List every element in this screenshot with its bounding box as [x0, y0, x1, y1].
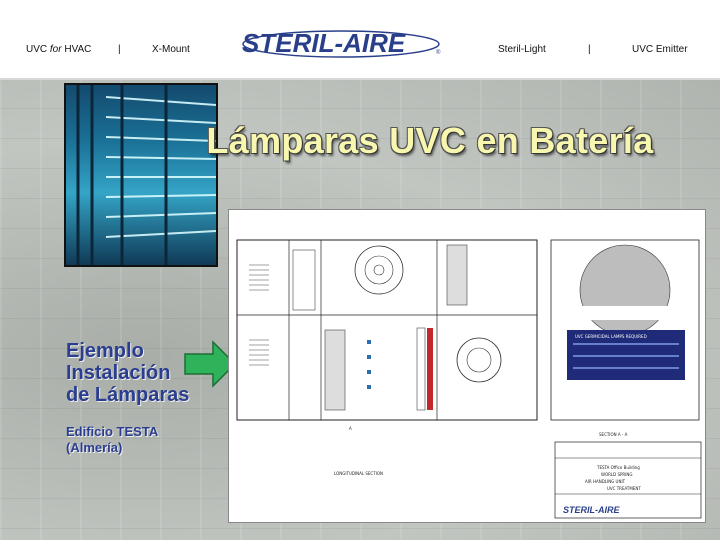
page-title: Lámparas UVC en Batería [206, 120, 654, 161]
nav-uvc-for-hvac[interactable]: UVC for HVAC [26, 44, 91, 55]
technical-drawing: A LONGITUDINAL SECTION UVC GERMICIDAL LA… [228, 209, 706, 523]
section-aa-label: SECTION A - A [599, 432, 628, 437]
supply-fan [354, 245, 404, 295]
photo-lamps-graphic [76, 85, 216, 265]
example-line: Ejemplo [66, 340, 144, 362]
section-a-label: A [349, 426, 352, 431]
example-line: de Lámparas [66, 384, 190, 406]
building-caption: Edificio TESTA (Almería) [66, 424, 226, 456]
logo-text: STERIL-AIRE [242, 28, 406, 58]
title-block-desc1: AIR HANDLING UNIT [585, 479, 626, 484]
drawing-canvas: A LONGITUDINAL SECTION UVC GERMICIDAL LA… [236, 239, 702, 519]
example-heading: Ejemplo Instalación de Lámparas [66, 340, 226, 406]
uvc-banner-label: UVC GERMICIDAL LAMPS REQUIRED [575, 334, 647, 339]
return-fan [456, 337, 502, 383]
longitudinal-section-outline [236, 239, 538, 421]
nav-uvc-text: UVC [26, 44, 50, 55]
title-block-client: WORLD SPRING [601, 472, 632, 477]
nav-for-text: for [49, 44, 62, 55]
title-block-desc2: UVC TREATMENT [607, 486, 641, 491]
nav-x-mount[interactable]: X-Mount [152, 44, 190, 55]
nav-steril-light[interactable]: Steril-Light [498, 44, 546, 55]
nav-separator: | [588, 44, 591, 55]
steril-aire-logo[interactable]: STERIL-AIRE ® [236, 24, 446, 64]
example-line: Instalación [66, 362, 171, 384]
nav-hvac-text: HVAC [61, 44, 92, 55]
title-block-logo: STERIL-AIRE [563, 505, 620, 515]
building-name: Edificio TESTA [66, 424, 159, 439]
nav-separator: | [118, 44, 121, 55]
longitudinal-section-label: LONGITUDINAL SECTION [334, 471, 383, 476]
nav-uvc-emitter[interactable]: UVC Emitter [632, 44, 688, 55]
header-bar: UVC for HVAC | X-Mount STERIL-AIRE ® Ste… [0, 0, 720, 80]
building-location: (Almería) [66, 440, 123, 455]
uvc-lamp-bar [427, 328, 433, 410]
title-block-project: TESTA Office Building [596, 465, 640, 470]
logo-registered: ® [436, 49, 441, 56]
installation-photo [64, 83, 218, 267]
